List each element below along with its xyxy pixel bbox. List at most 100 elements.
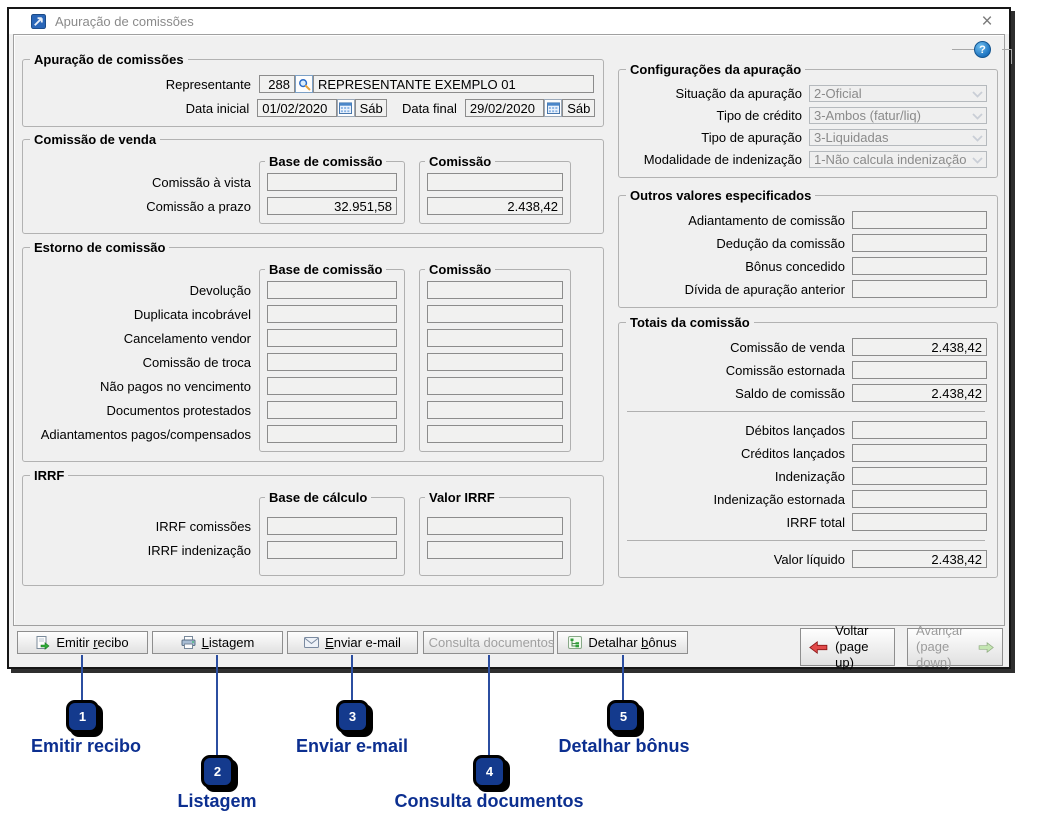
button-label: Emitir recibo [56,635,128,650]
base-calculo-box: Base de cálculo [259,497,405,576]
representante-search-button[interactable] [295,75,313,93]
voltar-button[interactable]: Voltar (page up) [800,628,895,666]
irrf-base-field [267,517,397,535]
row-label: IRRF comissões [29,518,259,536]
title-bar: Apuração de comissões × [9,9,1009,34]
irrf-valor-field [427,517,563,535]
callout-label-1: Emitir recibo [31,736,141,757]
row-label: Comissão de troca [29,354,259,372]
row-labels: Comissão à vista Comissão a prazo [29,155,259,222]
close-icon[interactable]: × [975,10,999,32]
button-label: Listagem [202,635,255,650]
callout-line [488,655,490,756]
representante-name-field[interactable]: REPRESENTANTE EXEMPLO 01 [313,75,594,93]
group-title: Comissão de venda [30,132,160,147]
button-label: Voltar (page up) [835,623,886,671]
callout-line [216,655,218,756]
row-label: Cancelamento vendor [29,330,259,348]
representante-code-field[interactable]: 288 [259,75,295,93]
base-comissao-box: Base de comissão [259,269,405,452]
config-label: Tipo de crédito [625,108,809,123]
row-label: Documentos protestados [29,402,259,420]
venda-comissao-field [427,173,563,191]
chevron-down-icon [972,135,983,142]
callout-badge-3: 3 [336,700,369,733]
enviar-email-button[interactable]: Enviar e-mail [287,631,418,654]
avancar-button: Avançar (page down) [907,628,1003,666]
callout-label-4: Consulta documentos [394,791,583,812]
outros-label: Bônus concedido [625,259,852,274]
estorno-comissao-field [427,425,563,443]
arrow-left-icon [809,639,828,656]
callout-badge-4: 4 [473,755,506,788]
mail-icon [304,637,319,648]
adiantamento-comissao-field[interactable] [852,211,987,229]
column-title: Valor IRRF [425,490,499,505]
chevron-down-icon [972,157,983,164]
estorno-base-field [267,377,397,395]
divider [627,540,985,541]
totais-label: Valor líquido [625,552,852,567]
row-label: Comissão a prazo [29,198,259,216]
data-inicial-calendar-button[interactable] [337,99,355,117]
irrf-base-field [267,541,397,559]
apuracao-dialog: Apuração de comissões × ? Apuração de co… [7,7,1011,669]
data-inicial-weekday: Sáb [355,99,388,117]
chevron-down-icon [972,91,983,98]
listagem-button[interactable]: Listagem [152,631,283,654]
divider [627,411,985,412]
column-title: Base de cálculo [265,490,371,505]
data-final-weekday: Sáb [562,99,595,117]
valor-liquido-field: 2.438,42 [852,550,987,568]
row-label: IRRF indenização [29,542,259,560]
irrf-valor-field [427,541,563,559]
emitir-recibo-button[interactable]: Emitir recibo [17,631,148,654]
estorno-comissao-field [427,353,563,371]
calendar-icon [547,102,560,114]
column-title: Comissão [425,154,495,169]
estorno-base-field [267,425,397,443]
app-icon [31,14,46,29]
group-title: Configurações da apuração [626,62,805,77]
callout-line [351,655,353,701]
window-title: Apuração de comissões [55,14,194,29]
config-label: Modalidade de indenização [625,152,809,167]
consulta-documentos-button: Consulta documentos [423,631,554,654]
column-title: Base de comissão [265,262,386,277]
divida-apuracao-field[interactable] [852,280,987,298]
estorno-comissao-field [427,329,563,347]
row-labels: Devolução Duplicata incobrável Cancelame… [29,263,259,450]
callout-badge-1: 1 [66,700,99,733]
bonus-concedido-field[interactable] [852,257,987,275]
comissao-box: Comissão 2.438,42 [419,161,571,224]
representante-label: Representante [29,77,259,92]
group-title: IRRF [30,468,68,483]
callout-label-3: Enviar e-mail [296,736,408,757]
search-icon [298,78,311,91]
row-labels: IRRF comissões IRRF indenização [29,491,259,566]
deducao-comissao-field[interactable] [852,234,987,252]
callout-line [81,655,83,701]
tipo-apuracao-select: 3-Liquidadas [809,129,987,146]
totais-label: Indenização [625,469,852,484]
data-final-label: Data final [391,101,464,116]
group-comissao-venda: Comissão de venda Comissão à vista Comis… [22,139,604,234]
data-final-calendar-button[interactable] [544,99,562,117]
comissao-venda-total-field: 2.438,42 [852,338,987,356]
detalhar-bonus-button[interactable]: Detalhar bônus [557,631,688,654]
data-inicial-field[interactable]: 01/02/2020 [257,99,336,117]
totais-label: Comissão estornada [625,363,852,378]
venda-base-field: 32.951,58 [267,197,397,215]
debitos-lancados-field [852,421,987,439]
help-icon[interactable]: ? [974,41,991,58]
modalidade-indenizacao-select: 1-Não calcula indenização [809,151,987,168]
valor-irrf-box: Valor IRRF [419,497,571,576]
group-configuracoes: Configurações da apuração Situação da ap… [618,69,998,178]
outros-label: Dedução da comissão [625,236,852,251]
arrow-right-icon [978,639,994,656]
callout-label-5: Detalhar bônus [558,736,689,757]
totais-label: Créditos lançados [625,446,852,461]
screenshot-stage: Apuração de comissões × ? Apuração de co… [0,0,1038,828]
data-final-field[interactable]: 29/02/2020 [465,99,544,117]
irrf-total-field [852,513,987,531]
